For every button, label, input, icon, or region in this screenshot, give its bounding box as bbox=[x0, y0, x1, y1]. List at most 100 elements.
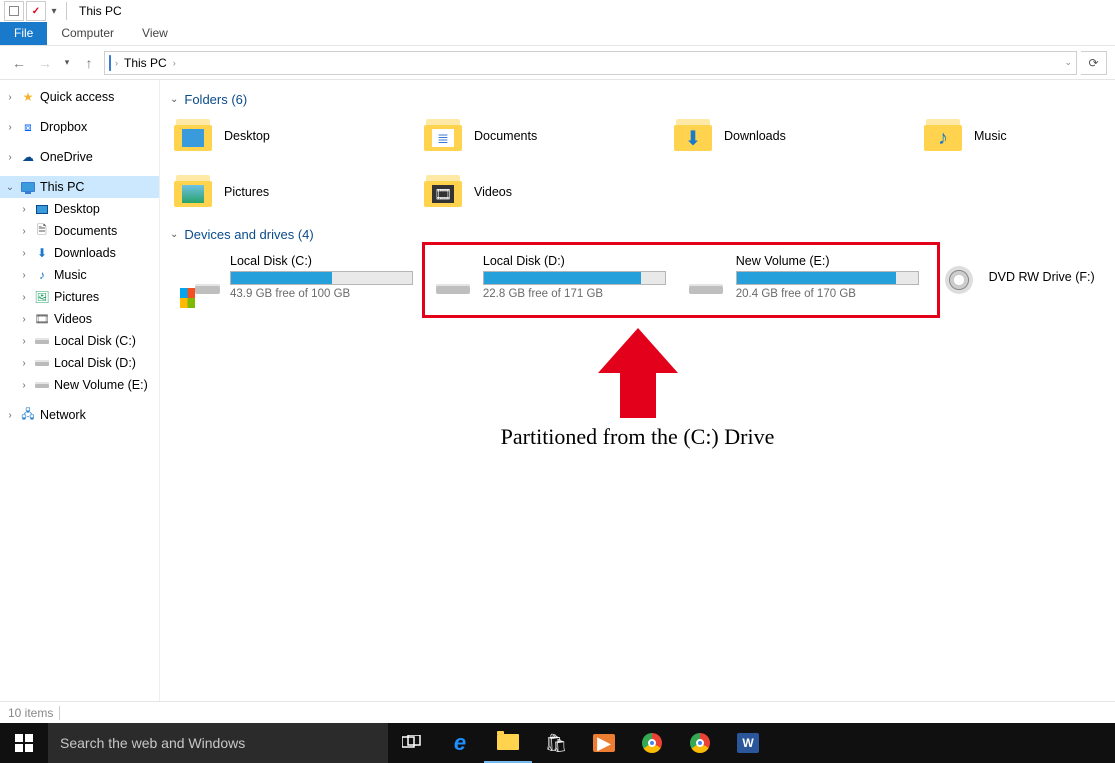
folder-documents[interactable]: ≣ Documents bbox=[424, 115, 674, 157]
file-explorer-icon[interactable] bbox=[484, 723, 532, 763]
folder-label: Pictures bbox=[224, 185, 269, 199]
expand-icon[interactable]: › bbox=[18, 336, 30, 347]
sidebar-item-downloads[interactable]: › ⬇ Downloads bbox=[0, 242, 159, 264]
edge-icon[interactable]: e bbox=[436, 723, 484, 763]
start-button[interactable] bbox=[0, 723, 48, 763]
window-title: This PC bbox=[75, 4, 122, 18]
sidebar-item-this-pc[interactable]: ⌄ This PC bbox=[0, 176, 159, 198]
sidebar-item-network[interactable]: › 🖧 Network bbox=[0, 404, 159, 426]
drive-f[interactable]: DVD RW Drive (F:) bbox=[933, 250, 1109, 304]
chevron-down-icon: ⌄ bbox=[170, 229, 178, 240]
download-icon: ⬇ bbox=[34, 245, 50, 261]
qat-customize-button[interactable]: ▾ bbox=[48, 1, 60, 21]
sidebar-item-local-disk-c[interactable]: › Local Disk (C:) bbox=[0, 330, 159, 352]
movies-icon[interactable]: ▶ bbox=[580, 723, 628, 763]
taskbar-search[interactable]: Search the web and Windows bbox=[48, 723, 388, 763]
sidebar-item-new-volume-e[interactable]: › New Volume (E:) bbox=[0, 374, 159, 396]
drives-header-label: Devices and drives (4) bbox=[184, 227, 313, 242]
sidebar-item-quick-access[interactable]: › ★ Quick access bbox=[0, 86, 159, 108]
folder-videos[interactable]: 🎞 Videos bbox=[424, 171, 674, 213]
drive-icon bbox=[34, 355, 50, 371]
sidebar-item-desktop[interactable]: › Desktop bbox=[0, 198, 159, 220]
status-divider bbox=[59, 706, 60, 720]
expand-icon[interactable]: › bbox=[4, 152, 16, 163]
drive-c[interactable]: Local Disk (C:) 43.9 GB free of 100 GB bbox=[174, 250, 419, 304]
cloud-icon: ☁ bbox=[20, 149, 36, 165]
drives-section-header[interactable]: ⌄ Devices and drives (4) bbox=[170, 227, 1109, 242]
sidebar-item-local-disk-d[interactable]: › Local Disk (D:) bbox=[0, 352, 159, 374]
folders-section-header[interactable]: ⌄ Folders (6) bbox=[170, 92, 1109, 107]
chevron-right-icon[interactable]: › bbox=[173, 58, 176, 68]
word-icon[interactable]: W bbox=[724, 723, 772, 763]
expand-icon[interactable]: › bbox=[18, 270, 30, 281]
tab-computer[interactable]: Computer bbox=[47, 22, 128, 45]
sidebar-item-music[interactable]: › ♪ Music bbox=[0, 264, 159, 286]
folder-downloads[interactable]: ⬇ Downloads bbox=[674, 115, 924, 157]
nav-back-button[interactable]: ← bbox=[8, 52, 30, 74]
expand-icon[interactable]: › bbox=[18, 248, 30, 259]
collapse-icon[interactable]: ⌄ bbox=[4, 182, 16, 193]
dropbox-icon: ⧈ bbox=[20, 119, 36, 135]
drive-icon bbox=[34, 333, 50, 349]
sidebar-item-videos[interactable]: › 🎞 Videos bbox=[0, 308, 159, 330]
nav-recent-dropdown[interactable]: ▾ bbox=[60, 52, 74, 74]
title-bar: ✓ ▾ This PC bbox=[0, 0, 1115, 22]
drives-row: Local Disk (C:) 43.9 GB free of 100 GB L… bbox=[166, 250, 1109, 304]
folder-desktop[interactable]: Desktop bbox=[174, 115, 424, 157]
refresh-button[interactable]: ⟳ bbox=[1081, 51, 1107, 75]
nav-forward-button[interactable]: → bbox=[34, 52, 56, 74]
folder-music[interactable]: ♪ Music bbox=[924, 115, 1115, 157]
up-arrow-icon bbox=[478, 328, 798, 418]
sidebar-label: OneDrive bbox=[40, 150, 93, 164]
taskbar-icons: e 🛍 ▶ W bbox=[388, 723, 772, 763]
sidebar-label: Dropbox bbox=[40, 120, 87, 134]
expand-icon[interactable]: › bbox=[18, 204, 30, 215]
address-dropdown-icon[interactable]: ⌄ bbox=[1064, 57, 1072, 68]
expand-icon[interactable]: › bbox=[18, 358, 30, 369]
desktop-icon bbox=[34, 201, 50, 217]
expand-icon[interactable]: › bbox=[18, 380, 30, 391]
task-view-button[interactable] bbox=[388, 723, 436, 763]
sidebar-item-pictures[interactable]: › 🖼 Pictures bbox=[0, 286, 159, 308]
address-bar[interactable]: › This PC › ⌄ bbox=[104, 51, 1077, 75]
status-bar: 10 items bbox=[0, 701, 1115, 723]
folders-header-label: Folders (6) bbox=[184, 92, 247, 107]
store-icon[interactable]: 🛍 bbox=[532, 723, 580, 763]
navigation-row: ← → ▾ ↑ › This PC › ⌄ ⟳ bbox=[0, 46, 1115, 80]
sidebar-item-onedrive[interactable]: › ☁ OneDrive bbox=[0, 146, 159, 168]
status-item-count: 10 items bbox=[8, 706, 53, 720]
sidebar-item-dropbox[interactable]: › ⧈ Dropbox bbox=[0, 116, 159, 138]
ribbon-tabs: File Computer View bbox=[0, 22, 1115, 46]
folder-icon bbox=[174, 173, 214, 211]
monitor-icon bbox=[20, 179, 36, 195]
chrome-icon-2[interactable] bbox=[676, 723, 724, 763]
breadcrumb-this-pc[interactable]: This PC bbox=[122, 56, 169, 70]
sidebar-label: Local Disk (D:) bbox=[54, 356, 136, 370]
tab-file[interactable]: File bbox=[0, 22, 47, 45]
quick-access-toolbar: ✓ ▾ bbox=[0, 1, 75, 21]
folder-icon bbox=[174, 117, 214, 155]
chrome-icon[interactable] bbox=[628, 723, 676, 763]
expand-icon[interactable]: › bbox=[4, 122, 16, 133]
expand-icon[interactable]: › bbox=[4, 410, 16, 421]
expand-icon[interactable]: › bbox=[18, 292, 30, 303]
nav-up-button[interactable]: ↑ bbox=[78, 52, 100, 74]
annotation-arrow-group: Partitioned from the (C:) Drive bbox=[478, 328, 798, 450]
windows-drive-icon bbox=[180, 254, 220, 294]
sidebar-label: Desktop bbox=[54, 202, 100, 216]
folder-pictures[interactable]: Pictures bbox=[174, 171, 424, 213]
chevron-right-icon[interactable]: › bbox=[115, 58, 118, 68]
qat-new-folder-button[interactable]: ✓ bbox=[26, 1, 46, 21]
tab-view[interactable]: View bbox=[128, 22, 182, 45]
sidebar-item-documents[interactable]: › 🗎 Documents bbox=[0, 220, 159, 242]
expand-icon[interactable]: › bbox=[18, 226, 30, 237]
dvd-drive-icon bbox=[939, 254, 979, 294]
expand-icon[interactable]: › bbox=[4, 92, 16, 103]
picture-icon: 🖼 bbox=[34, 289, 50, 305]
qat-properties-button[interactable] bbox=[4, 1, 24, 21]
expand-icon[interactable]: › bbox=[18, 314, 30, 325]
sidebar-label: This PC bbox=[40, 180, 84, 194]
sidebar-label: New Volume (E:) bbox=[54, 378, 148, 392]
drive-free-text: 43.9 GB free of 100 GB bbox=[230, 288, 413, 300]
sidebar-label: Documents bbox=[54, 224, 117, 238]
